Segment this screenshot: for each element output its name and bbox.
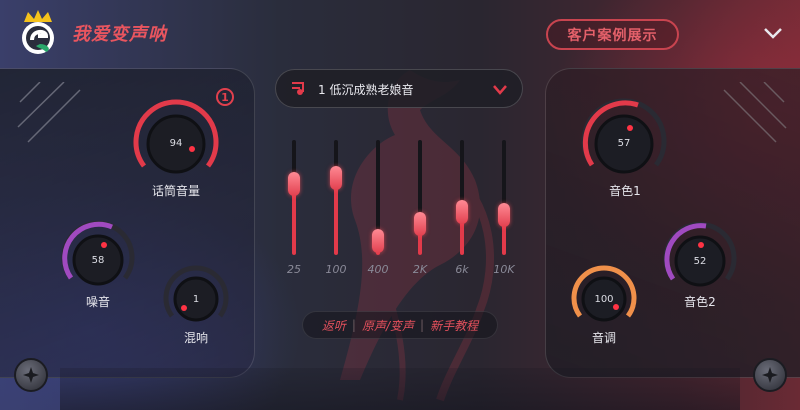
noise-label: 噪音 <box>85 295 110 309</box>
bottom-links: 返听 | 原声/变声 | 新手教程 <box>302 311 498 339</box>
reverb-label: 混响 <box>183 331 208 345</box>
app-logo <box>18 8 58 58</box>
pitch-value: 100 <box>594 294 614 305</box>
eq-thumb-25[interactable] <box>288 171 300 196</box>
eq-label: 25 <box>287 263 301 276</box>
eq-track-10K[interactable] <box>502 140 506 255</box>
timbre1-knob[interactable]: 57 <box>578 97 670 189</box>
eq-thumb-400[interactable] <box>372 229 384 254</box>
mic-volume-label: 话筒音量 <box>151 184 200 198</box>
eq-track-2K[interactable] <box>418 140 422 255</box>
timbre2-knob[interactable]: 52 <box>660 219 740 299</box>
decor-stripes-right <box>723 82 787 143</box>
chevron-down-icon <box>493 85 507 95</box>
screw-left <box>14 358 48 392</box>
timbre2-label: 音色2 <box>684 295 716 309</box>
noise-value: 58 <box>91 255 105 266</box>
eq-label: 10K <box>493 263 515 276</box>
eq-label: 2K <box>412 263 428 276</box>
screw-right <box>753 358 787 392</box>
divider: | <box>351 318 356 332</box>
timbre2-value: 52 <box>693 256 707 267</box>
divider: | <box>420 318 425 332</box>
eq-thumb-6k[interactable] <box>456 200 468 225</box>
eq-label: 400 <box>367 263 389 276</box>
reverb-value: 1 <box>192 294 200 305</box>
timbre1-label: 音色1 <box>609 184 641 198</box>
noise-knob[interactable]: 58 <box>58 218 138 298</box>
timbre1-value: 57 <box>617 138 631 149</box>
brand-title: 我爱变声呐 <box>72 24 167 45</box>
pitch-label: 音调 <box>591 331 616 345</box>
eq-label: 100 <box>325 263 347 276</box>
voice-preset-value: 1 低沉成熟老娘音 <box>318 83 414 97</box>
voice-preset-select[interactable]: 1 低沉成熟老娘音 <box>275 69 523 108</box>
mic-volume-knob[interactable]: 94 <box>130 98 222 190</box>
decor-stripes-left <box>17 82 81 143</box>
customer-cases-button[interactable]: 客户案例展示 <box>546 19 679 50</box>
monitor-link[interactable]: 返听 <box>322 317 346 334</box>
pitch-knob[interactable]: 100 <box>568 262 640 334</box>
eq-track-100[interactable] <box>334 140 338 255</box>
eq-label: 6k <box>455 263 469 276</box>
eq-track-25[interactable] <box>292 140 296 255</box>
eq-thumb-10K[interactable] <box>498 202 510 227</box>
original-voice-toggle[interactable]: 原声/变声 <box>362 317 414 334</box>
eq-thumb-100[interactable] <box>330 165 342 190</box>
bottom-bar <box>60 368 740 410</box>
eq-thumb-2K[interactable] <box>414 211 426 236</box>
mic-volume-value: 94 <box>169 138 183 149</box>
music-note-icon <box>292 82 304 95</box>
reverb-knob[interactable]: 1 <box>160 262 232 334</box>
tutorial-link[interactable]: 新手教程 <box>430 317 478 334</box>
chevron-down-icon[interactable] <box>762 24 784 42</box>
eq-track-6k[interactable] <box>460 140 464 255</box>
